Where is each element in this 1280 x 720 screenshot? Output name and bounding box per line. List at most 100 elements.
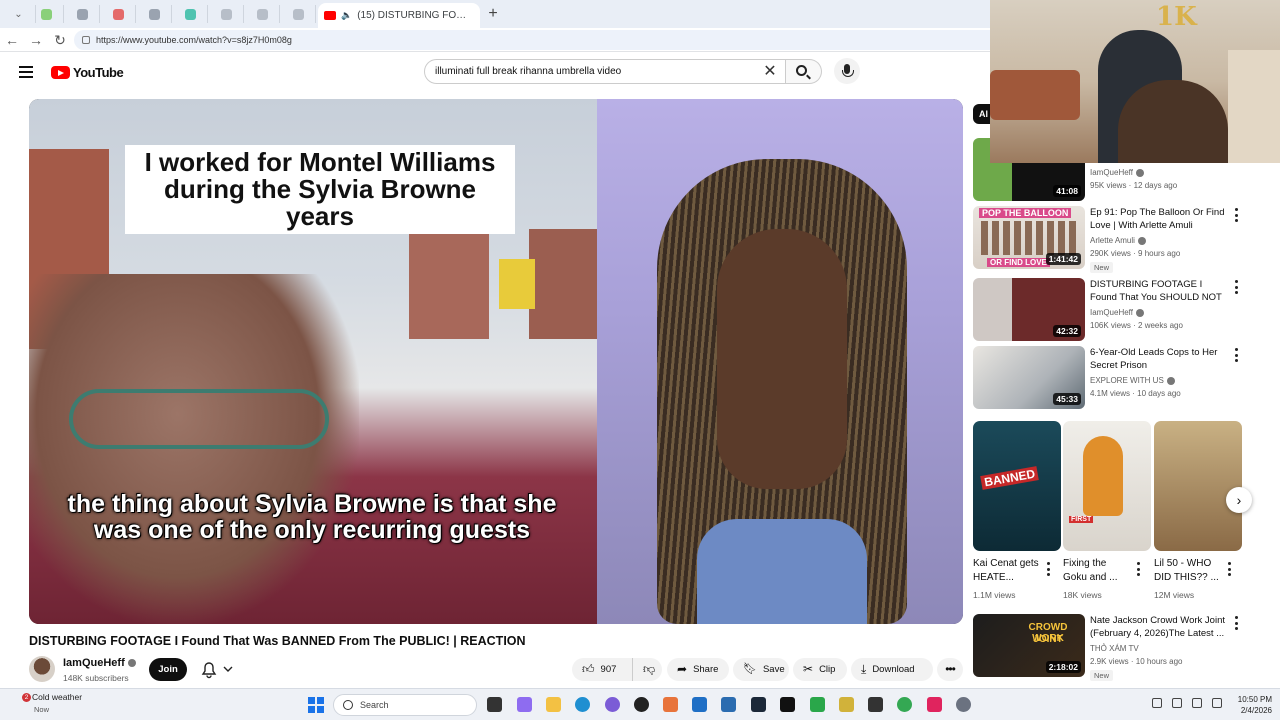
sidebar-video-item[interactable]: CROWD WORK JOINT 2:18:02 Nate Jackson Cr…: [973, 614, 1273, 681]
system-clock[interactable]: 10:50 PM 2/4/2026: [1228, 694, 1272, 716]
windows-start-icon[interactable]: [308, 697, 324, 713]
active-tab[interactable]: 🔈 (15) DISTURBING FOOTAGE I: [318, 3, 480, 28]
save-button[interactable]: 🔖︎ Save: [733, 658, 789, 681]
like-button[interactable]: 👍︎ 907: [572, 658, 632, 681]
app-icon[interactable]: [663, 697, 678, 712]
more-options-icon[interactable]: [1233, 208, 1239, 222]
sidebar-video-title[interactable]: 6-Year-Old Leads Cops to Her Secret Pris…: [1090, 346, 1225, 372]
tab-2[interactable]: [66, 5, 100, 23]
sidebar-channel-name[interactable]: THỎ XÁM TV: [1090, 644, 1139, 653]
short-thumbnail[interactable]: [1154, 421, 1242, 551]
sidebar-video-meta: 290K views · 9 hours ago: [1090, 249, 1181, 258]
video-thumbnail[interactable]: CROWD WORK JOINT 2:18:02: [973, 614, 1085, 677]
channel-avatar[interactable]: [29, 656, 55, 682]
more-options-icon[interactable]: [1233, 280, 1239, 294]
hamburger-menu-icon[interactable]: [19, 66, 33, 78]
messenger-icon[interactable]: [605, 697, 620, 712]
sidebar-video-title[interactable]: Nate Jackson Crowd Work Joint (February …: [1090, 614, 1225, 640]
store-icon[interactable]: [692, 697, 707, 712]
sidebar-video-title[interactable]: DISTURBING FOOTAGE I Found That You SHOU…: [1090, 278, 1225, 304]
channel-name[interactable]: IamQueHeff: [63, 657, 136, 669]
back-icon[interactable]: ←: [3, 31, 21, 49]
tab-1[interactable]: [30, 5, 64, 23]
youtube-logo[interactable]: YouTube: [51, 65, 124, 80]
more-options-icon[interactable]: [1233, 616, 1239, 630]
chrome-icon[interactable]: [897, 697, 912, 712]
tiktok-live-icon[interactable]: [927, 697, 942, 712]
dislike-button[interactable]: 👎︎: [632, 658, 662, 681]
streamer-figure: [1118, 80, 1228, 163]
shorts-next-arrow-icon[interactable]: ›: [1226, 487, 1252, 513]
sidebar-video-meta: 2.9K views · 10 hours ago: [1090, 657, 1183, 666]
short-thumbnail[interactable]: BANNED: [973, 421, 1061, 551]
more-actions-button[interactable]: •••: [937, 658, 963, 681]
edge-icon[interactable]: [575, 697, 590, 712]
sidebar-channel-text: IamQueHeff: [1090, 168, 1133, 177]
search-button[interactable]: [786, 59, 822, 84]
sidebar-channel-name[interactable]: IamQueHeff: [1090, 308, 1144, 317]
url-field[interactable]: https://www.youtube.com/watch?v=s8jz7H0m…: [74, 30, 1004, 50]
site-info-icon[interactable]: [82, 36, 90, 44]
short-title[interactable]: Lil 50 - WHO DID THIS?? ...: [1154, 557, 1222, 585]
download-label: Download: [872, 664, 915, 675]
video-player[interactable]: I worked for Montel Williams during the …: [29, 99, 963, 624]
sidebar-video-item[interactable]: 45:33 6-Year-Old Leads Cops to Her Secre…: [973, 346, 1273, 410]
more-options-icon[interactable]: [1226, 562, 1232, 576]
video-thumbnail[interactable]: 42:32: [973, 278, 1085, 341]
short-title[interactable]: Fixing the Goku and ...: [1063, 557, 1131, 585]
reload-icon[interactable]: ↻: [51, 31, 69, 49]
tiktok-icon[interactable]: [780, 697, 795, 712]
app-icon[interactable]: [868, 697, 883, 712]
new-badge: New: [1090, 262, 1114, 273]
short-thumbnail[interactable]: FIRST: [1063, 421, 1151, 551]
copilot-icon[interactable]: [517, 697, 532, 712]
system-tray[interactable]: [1152, 698, 1222, 708]
settings-icon[interactable]: [956, 697, 971, 712]
more-options-icon[interactable]: [1135, 562, 1141, 576]
video-thumbnail[interactable]: 45:33: [973, 346, 1085, 409]
sidebar-channel-name[interactable]: Arlette Amuli: [1090, 236, 1146, 245]
share-button[interactable]: ➦ Share: [667, 658, 729, 681]
xbox-icon[interactable]: [810, 697, 825, 712]
tab-3[interactable]: [102, 5, 136, 23]
steam-icon[interactable]: [751, 697, 766, 712]
clear-search-icon[interactable]: ✕: [760, 62, 780, 82]
file-explorer-icon[interactable]: [546, 697, 561, 712]
obs-icon[interactable]: [634, 697, 649, 712]
sidebar-video-item[interactable]: 42:32 DISTURBING FOOTAGE I Found That Yo…: [973, 278, 1273, 342]
tab-4[interactable]: [138, 5, 172, 23]
microphone-icon[interactable]: [1172, 698, 1182, 708]
task-view-icon[interactable]: [487, 697, 502, 712]
tab-7[interactable]: [246, 5, 280, 23]
reactor-figure: [657, 159, 907, 624]
voice-search-icon[interactable]: [834, 58, 860, 84]
tab-6[interactable]: [210, 5, 244, 23]
sidebar-video-title[interactable]: Ep 91: Pop The Balloon Or Find Love | Wi…: [1090, 206, 1225, 232]
rockstar-icon[interactable]: [839, 697, 854, 712]
more-options-icon[interactable]: [1045, 562, 1051, 576]
network-icon[interactable]: [1192, 698, 1202, 708]
join-button[interactable]: Join: [149, 658, 187, 681]
video-thumbnail[interactable]: POP THE BALLOON OR FIND LOVE 1:41:42: [973, 206, 1085, 269]
short-title[interactable]: Kai Cenat gets HEATE...: [973, 557, 1041, 585]
sidebar-video-item[interactable]: POP THE BALLOON OR FIND LOVE 1:41:42 Ep …: [973, 206, 1273, 273]
volume-icon[interactable]: [1212, 698, 1222, 708]
notification-bell-button[interactable]: [195, 658, 243, 681]
weather-widget[interactable]: 2 Cold weather Now: [18, 692, 82, 714]
sidebar-channel-name[interactable]: IamQueHeff: [1090, 168, 1144, 177]
reactor-shirt: [697, 519, 867, 624]
search-input[interactable]: illuminati full break rihanna umbrella v…: [424, 59, 786, 84]
outlook-icon[interactable]: [721, 697, 736, 712]
speaker-icon[interactable]: 🔈: [341, 10, 352, 21]
tab-8[interactable]: [282, 5, 316, 23]
clip-button[interactable]: ✂ Clip: [793, 658, 847, 681]
taskbar-search-input[interactable]: Search: [333, 694, 477, 716]
more-options-icon[interactable]: [1233, 348, 1239, 362]
chevron-up-icon[interactable]: [1152, 698, 1162, 708]
video-title: DISTURBING FOOTAGE I Found That Was BANN…: [29, 634, 526, 648]
tab-5[interactable]: [174, 5, 208, 23]
forward-icon[interactable]: →: [27, 31, 45, 49]
download-button[interactable]: ⤓ Download: [851, 658, 933, 681]
new-tab-button[interactable]: +: [484, 5, 502, 23]
sidebar-channel-name[interactable]: EXPLORE WITH US: [1090, 376, 1175, 385]
